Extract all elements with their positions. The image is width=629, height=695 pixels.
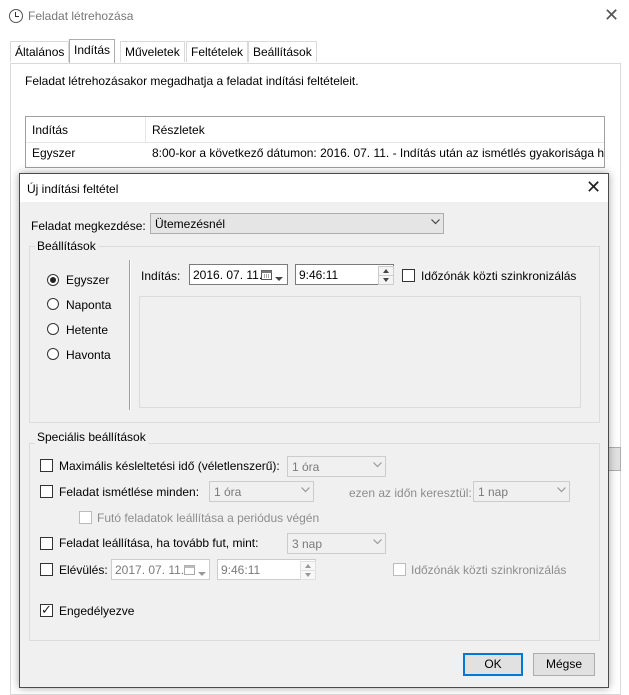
cancel-button[interactable]: Mégse	[533, 653, 595, 676]
start-time-value: 9:46:11	[299, 268, 339, 282]
repeat-value: 1 óra	[214, 485, 242, 499]
dialog-title: Új indítási feltétel	[27, 182, 119, 196]
radio-weekly[interactable]	[47, 323, 59, 335]
duration-select[interactable]: 1 nap	[473, 481, 570, 502]
stop-if-select[interactable]: 3 nap	[287, 533, 386, 554]
tab-general[interactable]: Általános	[10, 41, 70, 62]
start-task-value: Ütemezésnél	[155, 217, 226, 231]
start-task-label: Feladat megkezdése:	[31, 219, 146, 233]
expire-date-value: 2017. 07. 11.	[115, 563, 185, 577]
calendar-icon[interactable]	[261, 269, 272, 283]
close-icon[interactable]: ✕	[586, 177, 601, 198]
expire-label[interactable]: Elévülés:	[59, 563, 108, 577]
stop-if-checkbox[interactable]	[40, 537, 53, 550]
column-divider	[145, 117, 146, 142]
calendar-icon[interactable]	[184, 564, 195, 578]
table-cell-trigger: Egyszer	[32, 146, 76, 160]
duration-label: ezen az időn keresztül:	[349, 486, 472, 500]
advanced-settings-title: Speciális beállítások	[35, 430, 148, 444]
start-task-select[interactable]: Ütemezésnél	[150, 213, 444, 234]
expire-date-picker[interactable]: 2017. 07. 11.	[111, 559, 210, 580]
enabled-label[interactable]: Engedélyezve	[59, 604, 134, 618]
radio-once-label[interactable]: Egyszer	[66, 273, 109, 287]
repeat-checkbox[interactable]	[40, 485, 53, 498]
table-header: Indítás Részletek	[26, 117, 604, 143]
expire-checkbox[interactable]	[40, 563, 53, 576]
delay-value: 1 óra	[292, 460, 320, 474]
repeat-label[interactable]: Feladat ismétlése minden:	[59, 485, 199, 499]
delay-select[interactable]: 1 óra	[287, 456, 386, 477]
delay-label[interactable]: Maximális késleltetési idő (véletlenszer…	[59, 459, 280, 473]
clock-icon	[9, 9, 23, 23]
new-trigger-dialog: Új indítási feltétel ✕ Feladat megkezdés…	[19, 173, 609, 688]
repeat-select[interactable]: 1 óra	[209, 481, 314, 502]
expire-sync-label[interactable]: Időzónák közti szinkronizálás	[411, 563, 566, 577]
chevron-down-icon	[301, 485, 310, 493]
radio-once[interactable]	[47, 274, 59, 286]
stop-if-value: 3 nap	[292, 537, 323, 551]
spinner-down-icon[interactable]	[378, 275, 394, 285]
radio-monthly[interactable]	[47, 348, 59, 360]
chevron-down-icon	[198, 566, 206, 580]
sync-timezone-label[interactable]: Időzónák közti szinkronizálás	[421, 269, 576, 283]
tab-triggers[interactable]: Indítás	[69, 39, 116, 63]
expire-time-spinner[interactable]: 9:46:11	[217, 559, 316, 580]
start-date-picker[interactable]: 2016. 07. 11.	[189, 264, 288, 285]
enabled-checkbox[interactable]	[40, 602, 53, 618]
parent-title-bar: Feladat létrehozása ✕	[0, 0, 629, 32]
tab-settings[interactable]: Beállítások	[248, 41, 317, 62]
start-time-spinner[interactable]: 9:46:11	[295, 264, 394, 285]
radio-weekly-label[interactable]: Hetente	[66, 323, 108, 337]
radio-daily-label[interactable]: Naponta	[66, 298, 111, 312]
stop-running-checkbox[interactable]	[79, 511, 92, 524]
start-date-value: 2016. 07. 11.	[193, 268, 263, 282]
chevron-down-icon	[373, 537, 382, 545]
settings-group-title: Beállítások	[35, 239, 98, 253]
column-header-trigger[interactable]: Indítás	[32, 123, 68, 137]
ok-button[interactable]: OK	[463, 653, 523, 676]
start-date-label: Indítás:	[141, 269, 181, 283]
delay-checkbox[interactable]	[40, 459, 53, 472]
settings-divider	[129, 260, 131, 410]
expire-time-value: 9:46:11	[221, 563, 261, 577]
stop-running-label[interactable]: Futó feladatok leállítása a periódus vég…	[97, 511, 319, 525]
chevron-down-icon	[373, 460, 382, 468]
chevron-down-icon	[431, 217, 440, 225]
sync-timezone-checkbox[interactable]	[402, 269, 415, 282]
duration-value: 1 nap	[478, 485, 509, 499]
parent-intro-text: Feladat létrehozásakor megadhatja a fela…	[25, 74, 359, 88]
radio-daily[interactable]	[47, 298, 59, 310]
chevron-down-icon	[275, 271, 283, 285]
spinner-down-icon[interactable]	[300, 570, 316, 580]
dialog-title-bar: Új indítási feltétel ✕	[20, 174, 608, 202]
chevron-down-icon	[557, 485, 566, 493]
tab-actions[interactable]: Műveletek	[120, 41, 185, 62]
table-cell-details: 8:00-kor a következő dátumon: 2016. 07. …	[152, 146, 605, 160]
stop-if-label[interactable]: Feladat leállítása, ha tovább fut, mint:	[59, 536, 258, 550]
recurrence-details-panel	[139, 296, 581, 408]
radio-monthly-label[interactable]: Havonta	[66, 348, 111, 362]
expire-sync-checkbox[interactable]	[393, 563, 406, 576]
parent-window-title: Feladat létrehozása	[28, 9, 134, 23]
column-header-details[interactable]: Részletek	[152, 123, 205, 137]
tab-conditions[interactable]: Feltételek	[186, 41, 249, 62]
close-icon[interactable]: ✕	[604, 5, 619, 26]
trigger-table: Indítás Részletek Egyszer 8:00-kor a köv…	[25, 116, 605, 168]
